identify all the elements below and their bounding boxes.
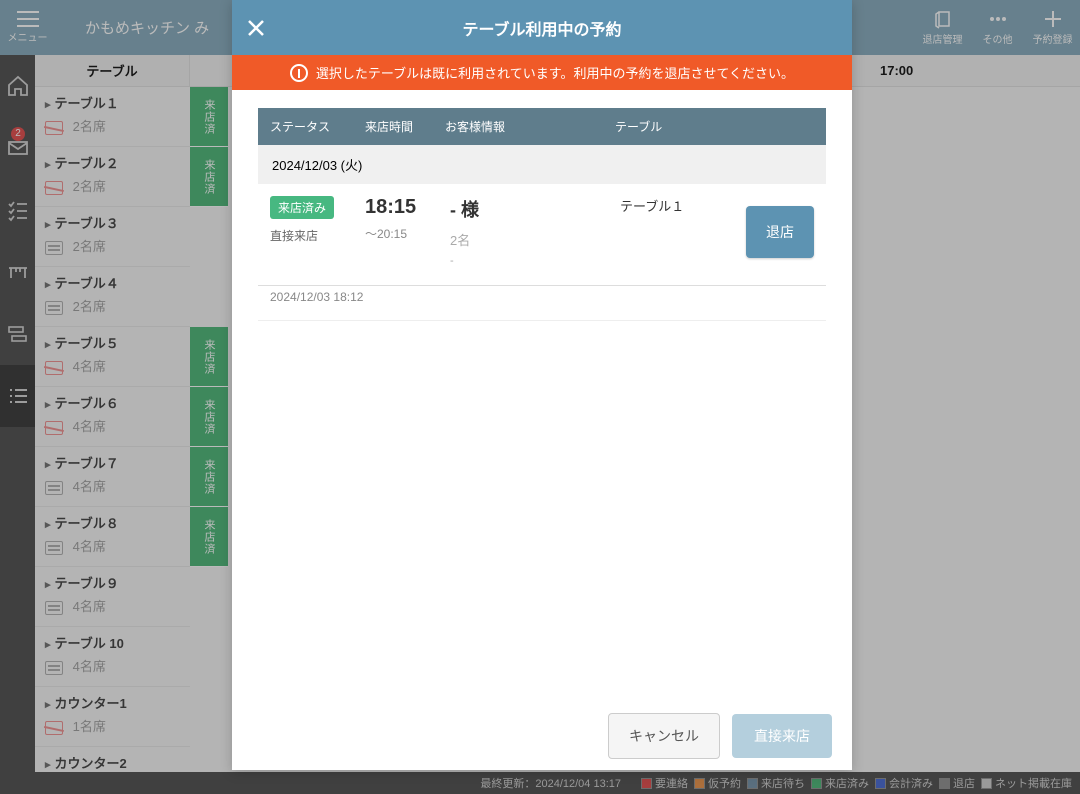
modal-close-button[interactable] (242, 14, 270, 42)
modal-alert: 選択したテーブルは既に利用されています。利用中の予約を退店させてください。 (232, 55, 852, 90)
date-group: 2024/12/03 (火) (258, 145, 826, 184)
col-table: テーブル (615, 118, 695, 135)
status-chip: 来店済み (270, 196, 334, 219)
party-size: 2名 (450, 230, 620, 249)
reservation-source: 直接来店 (270, 227, 365, 244)
time-start: 18:15 (365, 196, 450, 219)
column-headers: ステータス 来店時間 お客様情報 テーブル (258, 108, 826, 145)
alert-icon (290, 64, 308, 82)
col-customer: お客様情報 (445, 118, 615, 135)
checkout-button[interactable]: 退店 (746, 206, 814, 258)
reservation-row[interactable]: 来店済み 直接来店 18:15 ～20:15 - 様 2名 - テーブル１ 退店 (258, 184, 826, 286)
col-time: 来店時間 (365, 118, 445, 135)
in-use-modal: テーブル利用中の予約 選択したテーブルは既に利用されています。利用中の予約を退店… (232, 0, 852, 770)
close-icon (246, 18, 266, 38)
modal-header: テーブル利用中の予約 (232, 0, 852, 55)
col-status: ステータス (270, 118, 365, 135)
reservation-timestamp: 2024/12/03 18:12 (258, 286, 826, 321)
modal-title: テーブル利用中の予約 (462, 16, 621, 40)
customer-name: - 様 (450, 196, 620, 222)
reservation-note: - (450, 255, 620, 267)
cancel-button[interactable]: キャンセル (608, 713, 720, 759)
time-end: ～20:15 (365, 225, 450, 242)
reservation-table: テーブル１ (620, 196, 730, 267)
walkin-button[interactable]: 直接来店 (732, 714, 832, 758)
modal-footer: キャンセル 直接来店 (232, 700, 852, 770)
alert-text: 選択したテーブルは既に利用されています。利用中の予約を退店させてください。 (316, 63, 794, 82)
